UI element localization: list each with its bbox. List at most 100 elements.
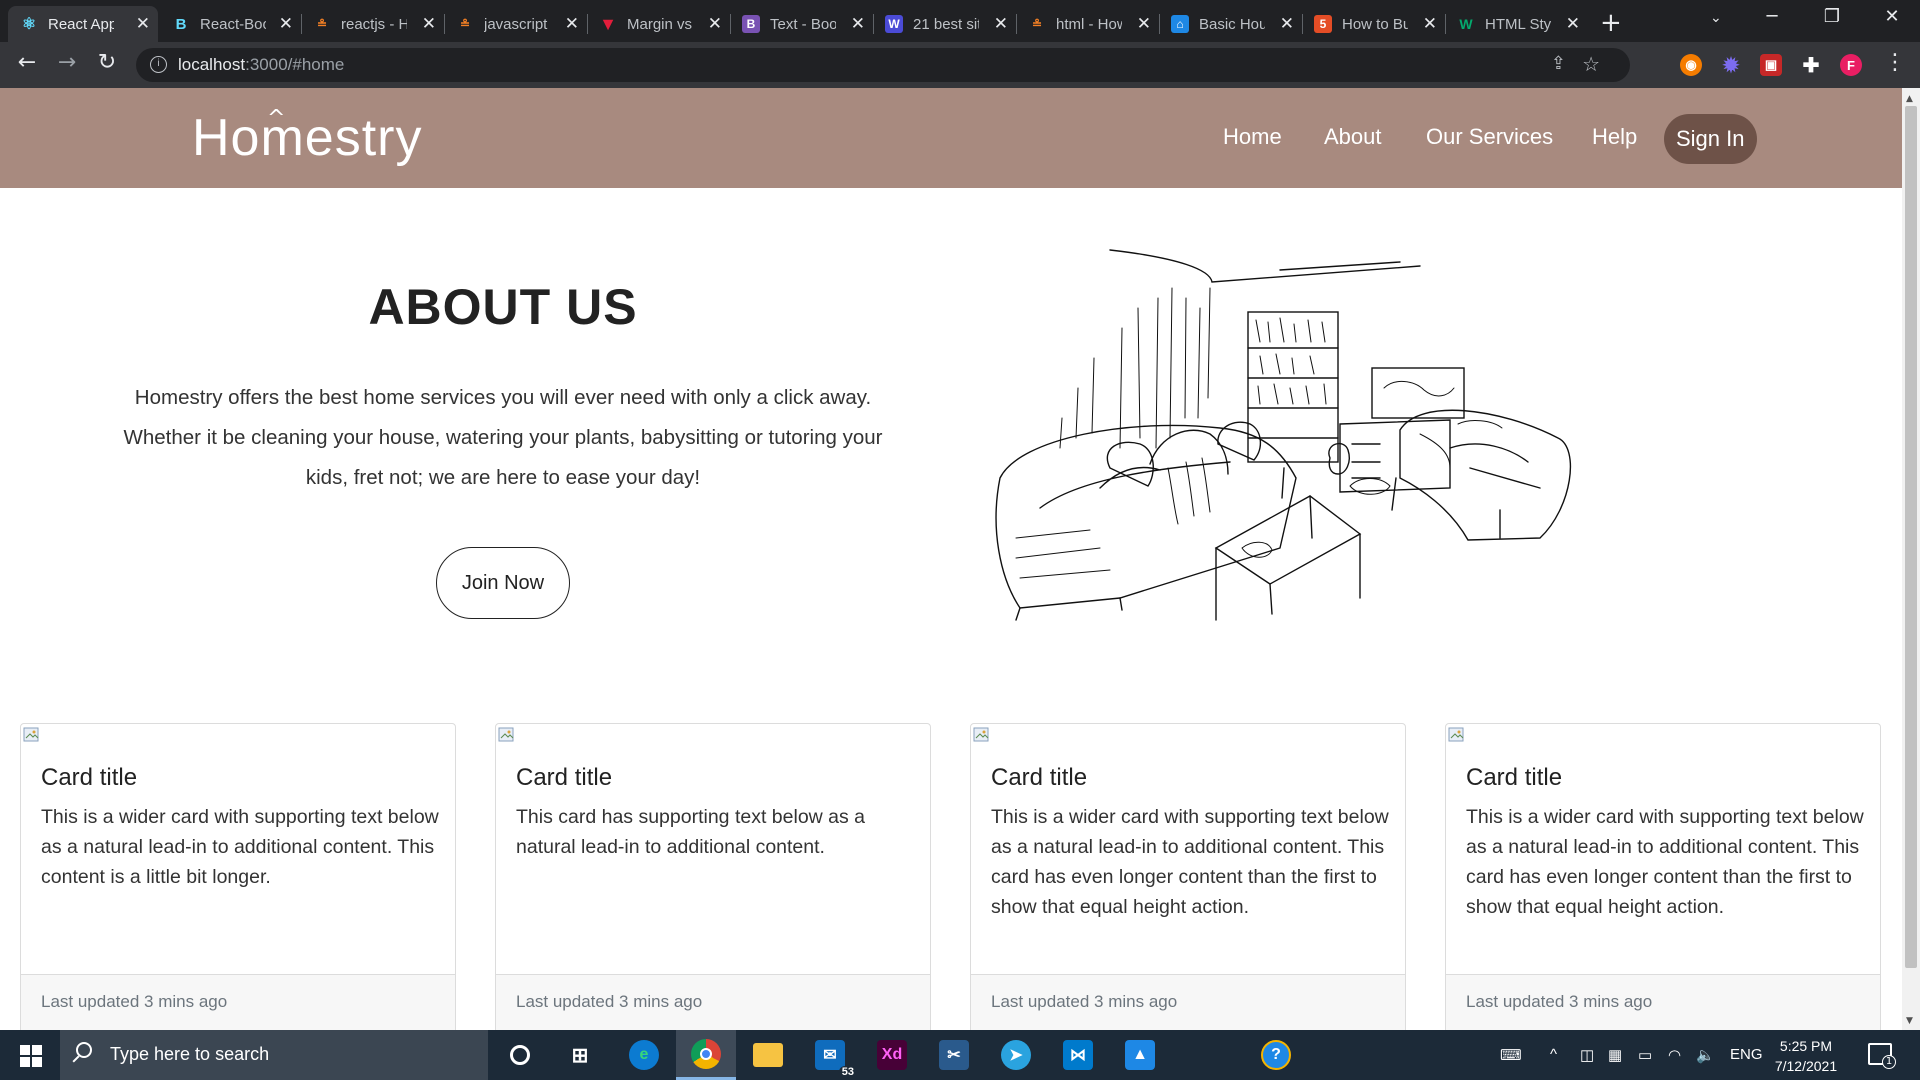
react-favicon-icon: ⚛	[21, 16, 37, 33]
task-view-icon[interactable]: ⊞	[550, 1030, 610, 1080]
browser-toolbar: ← → ↻ i localhost:3000/#home ⇪ ☆ ◉ ✹ ▣ ✚…	[0, 42, 1920, 88]
card-text: This card has supporting text below as a…	[516, 806, 866, 858]
close-tab-icon[interactable]: ✕	[708, 14, 722, 34]
extensions-puzzle-icon[interactable]: ✚	[1800, 54, 1822, 77]
keyboard-icon[interactable]: ⌨	[1500, 1046, 1522, 1064]
site-info-icon[interactable]: i	[150, 56, 167, 73]
tab-javascript[interactable]: ≗ javascript ✕	[444, 6, 588, 42]
network-adapter-icon[interactable]: ▦	[1608, 1046, 1622, 1064]
extension-gear-icon[interactable]: ✹	[1720, 54, 1742, 77]
tab-margin[interactable]: ▼ Margin vs ✕	[587, 6, 731, 42]
living-room-sketch-image	[995, 249, 1572, 621]
tab-html-styles[interactable]: W HTML Styles ✕	[1445, 6, 1588, 42]
address-bar[interactable]: i localhost:3000/#home ⇪ ☆	[136, 48, 1630, 82]
nav-help[interactable]: Help	[1592, 124, 1637, 150]
page-scrollbar[interactable]: ▲ ▼	[1902, 88, 1920, 1030]
adobe-xd-icon[interactable]: Xd	[862, 1030, 922, 1080]
bookmark-star-icon[interactable]: ☆	[1582, 52, 1600, 76]
card: Card title This is a wider card with sup…	[1445, 723, 1881, 1030]
tab-html-how[interactable]: ≗ html - How ✕	[1016, 6, 1160, 42]
mail-icon[interactable]: ✉ 53	[800, 1030, 860, 1080]
clock-time: 5:25 PM	[1779, 1038, 1833, 1054]
tab-title: How to Build	[1342, 15, 1408, 33]
about-line: Homestry offers the best home services y…	[134, 386, 872, 409]
close-window-icon[interactable]: ✕	[1872, 6, 1912, 27]
close-tab-icon[interactable]: ✕	[994, 14, 1008, 34]
chrome-browser-icon[interactable]	[676, 1030, 736, 1080]
scrollbar-thumb[interactable]	[1905, 106, 1917, 968]
reload-icon[interactable]: ↻	[92, 50, 122, 75]
tab-21-best[interactable]: W 21 best sites ✕	[873, 6, 1017, 42]
scroll-down-icon[interactable]: ▼	[1906, 1016, 1913, 1026]
tab-title: React App	[48, 15, 114, 33]
close-tab-icon[interactable]: ✕	[565, 14, 579, 34]
wifi-icon[interactable]: ◠	[1668, 1046, 1681, 1064]
sign-in-button[interactable]: Sign In	[1664, 114, 1757, 164]
help-icon[interactable]: ?	[1246, 1030, 1306, 1080]
stackoverflow-favicon-icon: ≗	[1031, 17, 1043, 31]
back-icon[interactable]: ←	[12, 50, 42, 75]
join-now-button[interactable]: Join Now	[436, 547, 570, 619]
system-clock[interactable]: 5:25 PM 7/12/2021	[1766, 1036, 1846, 1076]
house-favicon-icon: ⌂	[1171, 15, 1189, 33]
new-tab-button[interactable]: +	[1600, 8, 1622, 38]
battery-icon[interactable]: ▭	[1638, 1046, 1652, 1064]
tab-text-bootstrap[interactable]: B Text - Bootstrap ✕	[730, 6, 874, 42]
action-center-icon[interactable]: 1	[1868, 1043, 1896, 1069]
w-favicon-icon: W	[885, 15, 903, 33]
photos-icon[interactable]: ▲	[1110, 1030, 1170, 1080]
tab-basic-house[interactable]: ⌂ Basic House ✕	[1159, 6, 1303, 42]
telegram-icon[interactable]: ➤	[986, 1030, 1046, 1080]
close-tab-icon[interactable]: ✕	[1423, 14, 1437, 34]
close-tab-icon[interactable]: ✕	[1137, 14, 1151, 34]
card-footer-text: Last updated 3 mins ago	[991, 992, 1178, 1011]
tab-search-chevron-icon[interactable]: ⌄	[1710, 10, 1722, 26]
tab-react-bootstrap[interactable]: B React-Bootstrap ✕	[160, 6, 302, 42]
forward-icon[interactable]: →	[52, 50, 82, 75]
tab-react-app[interactable]: ⚛ React App ✕	[8, 6, 158, 42]
tab-reactjs[interactable]: ≗ reactjs - How ✕	[301, 6, 445, 42]
edge-browser-icon[interactable]: e	[614, 1030, 674, 1080]
card-text: This is a wider card with supporting tex…	[1466, 806, 1864, 918]
show-hidden-icons-chevron-icon[interactable]: ^	[1550, 1046, 1557, 1063]
tab-title: HTML Styles	[1485, 15, 1551, 33]
volume-icon[interactable]: 🔈	[1696, 1046, 1715, 1064]
nav-about[interactable]: About	[1324, 124, 1382, 150]
nav-home[interactable]: Home	[1223, 124, 1282, 150]
tray-app-icon[interactable]: ◫	[1580, 1046, 1594, 1064]
snipping-tool-icon[interactable]: ✂	[924, 1030, 984, 1080]
html5-favicon-icon: 5	[1314, 15, 1332, 33]
card-title: Card title	[991, 764, 1088, 791]
close-tab-icon[interactable]: ✕	[279, 14, 293, 34]
card: Card title This card has supporting text…	[495, 723, 931, 1030]
tab-how-to-build[interactable]: 5 How to Build ✕	[1302, 6, 1446, 42]
site-navbar: ^ Homestry Home About Our Services Help …	[0, 88, 1902, 188]
about-line: kids, fret not; we are here to ease your…	[305, 466, 701, 489]
broken-image-icon	[498, 726, 516, 744]
card-title: Card title	[516, 764, 613, 791]
search-placeholder: Type here to search	[110, 1044, 270, 1064]
bootstrap-favicon-icon: B	[742, 15, 760, 33]
close-tab-icon[interactable]: ✕	[1280, 14, 1294, 34]
profile-avatar[interactable]: F	[1840, 54, 1862, 76]
windows-start-icon[interactable]	[20, 1045, 42, 1067]
file-explorer-icon[interactable]	[738, 1030, 798, 1080]
cortana-icon[interactable]	[490, 1030, 550, 1080]
close-tab-icon[interactable]: ✕	[136, 14, 150, 34]
extension-rss-icon[interactable]: ◉	[1680, 54, 1702, 76]
browser-menu-icon[interactable]: ⋮	[1884, 50, 1906, 75]
restore-icon[interactable]: ❐	[1812, 6, 1852, 27]
windows-taskbar: Type here to search ⊞ e ✉ 53 Xd ✂ ➤ ⋈ ▲ ?…	[0, 1030, 1920, 1080]
brand-logo[interactable]: Homestry	[192, 108, 422, 168]
vscode-icon[interactable]: ⋈	[1048, 1030, 1108, 1080]
close-tab-icon[interactable]: ✕	[851, 14, 865, 34]
taskbar-search-box[interactable]: Type here to search	[60, 1030, 488, 1080]
nav-our-services[interactable]: Our Services	[1426, 124, 1553, 150]
close-tab-icon[interactable]: ✕	[1566, 14, 1580, 34]
language-indicator[interactable]: ENG	[1730, 1046, 1763, 1063]
extension-red-icon[interactable]: ▣	[1760, 54, 1782, 76]
minimize-icon[interactable]: ─	[1752, 6, 1792, 27]
share-icon[interactable]: ⇪	[1551, 53, 1566, 74]
scroll-up-icon[interactable]: ▲	[1906, 94, 1913, 104]
close-tab-icon[interactable]: ✕	[422, 14, 436, 34]
